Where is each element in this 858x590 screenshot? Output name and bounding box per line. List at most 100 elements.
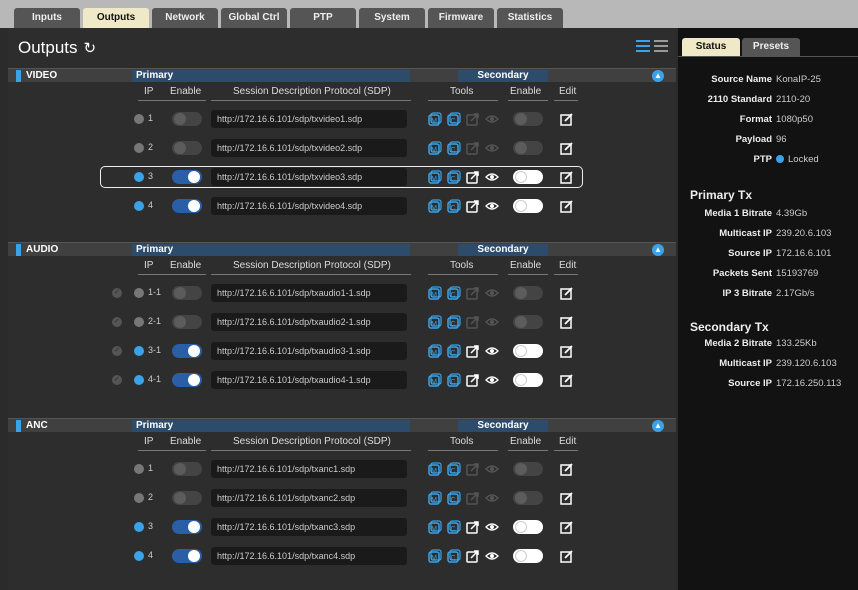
copy-icon[interactable]: C xyxy=(447,315,461,329)
edit-icon[interactable] xyxy=(560,462,574,476)
table-row[interactable]: 4 http://172.16.6.101/sdp/txanc4.sdp M C xyxy=(8,545,676,567)
table-row[interactable]: 3 http://172.16.6.101/sdp/txanc3.sdp M C xyxy=(8,516,676,538)
export-icon[interactable] xyxy=(466,491,480,505)
secondary-enable-toggle[interactable] xyxy=(513,199,543,213)
copy-icon[interactable]: C xyxy=(447,199,461,213)
enable-toggle[interactable] xyxy=(172,344,202,358)
mpeg-icon[interactable]: M xyxy=(428,170,442,184)
tab-firmware[interactable]: Firmware xyxy=(428,8,494,28)
edit-icon[interactable] xyxy=(560,199,574,213)
tab-system[interactable]: System xyxy=(359,8,425,28)
eye-icon[interactable] xyxy=(485,491,499,505)
table-row[interactable]: 3 http://172.16.6.101/sdp/txvideo3.sdp M C xyxy=(100,166,583,188)
sdp-url-field[interactable]: http://172.16.6.101/sdp/txvideo4.sdp xyxy=(211,197,407,215)
tab-network[interactable]: Network xyxy=(152,8,218,28)
table-row[interactable]: ✓ 4-1 http://172.16.6.101/sdp/txaudio4-1.s… xyxy=(8,369,676,391)
sdp-url-field[interactable]: http://172.16.6.101/sdp/txaudio1-1.sdp xyxy=(211,284,407,302)
copy-icon[interactable]: C xyxy=(447,112,461,126)
edit-icon[interactable] xyxy=(560,520,574,534)
edit-icon[interactable] xyxy=(560,286,574,300)
select-checkbox[interactable]: ✓ xyxy=(112,317,122,327)
eye-icon[interactable] xyxy=(485,315,499,329)
enable-toggle[interactable] xyxy=(172,373,202,387)
secondary-enable-toggle[interactable] xyxy=(513,491,543,505)
enable-toggle[interactable] xyxy=(172,462,202,476)
table-row[interactable]: 4 http://172.16.6.101/sdp/txvideo4.sdp M C xyxy=(8,195,676,217)
table-row[interactable]: ✓ 2-1 http://172.16.6.101/sdp/txaudio2-1.s… xyxy=(8,311,676,333)
secondary-enable-toggle[interactable] xyxy=(513,344,543,358)
enable-toggle[interactable] xyxy=(172,170,202,184)
copy-icon[interactable]: C xyxy=(447,170,461,184)
mpeg-icon[interactable]: M xyxy=(428,491,442,505)
enable-toggle[interactable] xyxy=(172,199,202,213)
eye-icon[interactable] xyxy=(485,286,499,300)
sdp-url-field[interactable]: http://172.16.6.101/sdp/txvideo2.sdp xyxy=(211,139,407,157)
secondary-enable-toggle[interactable] xyxy=(513,462,543,476)
mpeg-icon[interactable]: M xyxy=(428,520,442,534)
sdp-url-field[interactable]: http://172.16.6.101/sdp/txanc2.sdp xyxy=(211,489,407,507)
export-icon[interactable] xyxy=(466,315,480,329)
export-icon[interactable] xyxy=(466,112,480,126)
edit-icon[interactable] xyxy=(560,344,574,358)
edit-icon[interactable] xyxy=(560,373,574,387)
mpeg-icon[interactable]: M xyxy=(428,315,442,329)
sdp-url-field[interactable]: http://172.16.6.101/sdp/txanc1.sdp xyxy=(211,460,407,478)
grid-view-icon[interactable] xyxy=(654,40,668,52)
edit-icon[interactable] xyxy=(560,549,574,563)
enable-toggle[interactable] xyxy=(172,141,202,155)
enable-toggle[interactable] xyxy=(172,315,202,329)
copy-icon[interactable]: C xyxy=(447,373,461,387)
edit-icon[interactable] xyxy=(560,141,574,155)
secondary-enable-toggle[interactable] xyxy=(513,373,543,387)
eye-icon[interactable] xyxy=(485,520,499,534)
secondary-enable-toggle[interactable] xyxy=(513,549,543,563)
table-row[interactable]: 2 http://172.16.6.101/sdp/txvideo2.sdp M C xyxy=(8,137,676,159)
copy-icon[interactable]: C xyxy=(447,549,461,563)
select-checkbox[interactable]: ✓ xyxy=(112,375,122,385)
eye-icon[interactable] xyxy=(485,462,499,476)
export-icon[interactable] xyxy=(466,170,480,184)
export-icon[interactable] xyxy=(466,549,480,563)
secondary-enable-toggle[interactable] xyxy=(513,520,543,534)
tab-global-ctrl[interactable]: Global Ctrl xyxy=(221,8,287,28)
list-view-icon[interactable] xyxy=(636,40,650,52)
enable-toggle[interactable] xyxy=(172,112,202,126)
mpeg-icon[interactable]: M xyxy=(428,112,442,126)
tab-inputs[interactable]: Inputs xyxy=(14,8,80,28)
sdp-url-field[interactable]: http://172.16.6.101/sdp/txanc4.sdp xyxy=(211,547,407,565)
tab-status[interactable]: Status xyxy=(682,38,740,56)
sdp-url-field[interactable]: http://172.16.6.101/sdp/txvideo1.sdp xyxy=(211,110,407,128)
tab-presets[interactable]: Presets xyxy=(742,38,800,56)
enable-toggle[interactable] xyxy=(172,286,202,300)
select-checkbox[interactable]: ✓ xyxy=(112,288,122,298)
select-checkbox[interactable]: ✓ xyxy=(112,346,122,356)
copy-icon[interactable]: C xyxy=(447,344,461,358)
sdp-url-field[interactable]: http://172.16.6.101/sdp/txaudio4-1.sdp xyxy=(211,371,407,389)
export-icon[interactable] xyxy=(466,373,480,387)
secondary-enable-toggle[interactable] xyxy=(513,141,543,155)
copy-icon[interactable]: C xyxy=(447,286,461,300)
eye-icon[interactable] xyxy=(485,549,499,563)
copy-icon[interactable]: C xyxy=(447,141,461,155)
export-icon[interactable] xyxy=(466,462,480,476)
edit-icon[interactable] xyxy=(560,170,574,184)
eye-icon[interactable] xyxy=(485,344,499,358)
secondary-enable-toggle[interactable] xyxy=(513,112,543,126)
eye-icon[interactable] xyxy=(485,112,499,126)
mpeg-icon[interactable]: M xyxy=(428,141,442,155)
mpeg-icon[interactable]: M xyxy=(428,286,442,300)
table-row[interactable]: 1 http://172.16.6.101/sdp/txvideo1.sdp M C xyxy=(8,108,676,130)
table-row[interactable]: 1 http://172.16.6.101/sdp/txanc1.sdp M C xyxy=(8,458,676,480)
edit-icon[interactable] xyxy=(560,315,574,329)
table-row[interactable]: 2 http://172.16.6.101/sdp/txanc2.sdp M C xyxy=(8,487,676,509)
eye-icon[interactable] xyxy=(485,141,499,155)
edit-icon[interactable] xyxy=(560,491,574,505)
collapse-icon[interactable]: ▲ xyxy=(652,419,664,432)
mpeg-icon[interactable]: M xyxy=(428,344,442,358)
eye-icon[interactable] xyxy=(485,373,499,387)
secondary-enable-toggle[interactable] xyxy=(513,286,543,300)
mpeg-icon[interactable]: M xyxy=(428,549,442,563)
sdp-url-field[interactable]: http://172.16.6.101/sdp/txvideo3.sdp xyxy=(211,168,407,186)
table-row[interactable]: ✓ 1-1 http://172.16.6.101/sdp/txaudio1-1.s… xyxy=(8,282,676,304)
collapse-icon[interactable]: ▲ xyxy=(652,243,664,256)
